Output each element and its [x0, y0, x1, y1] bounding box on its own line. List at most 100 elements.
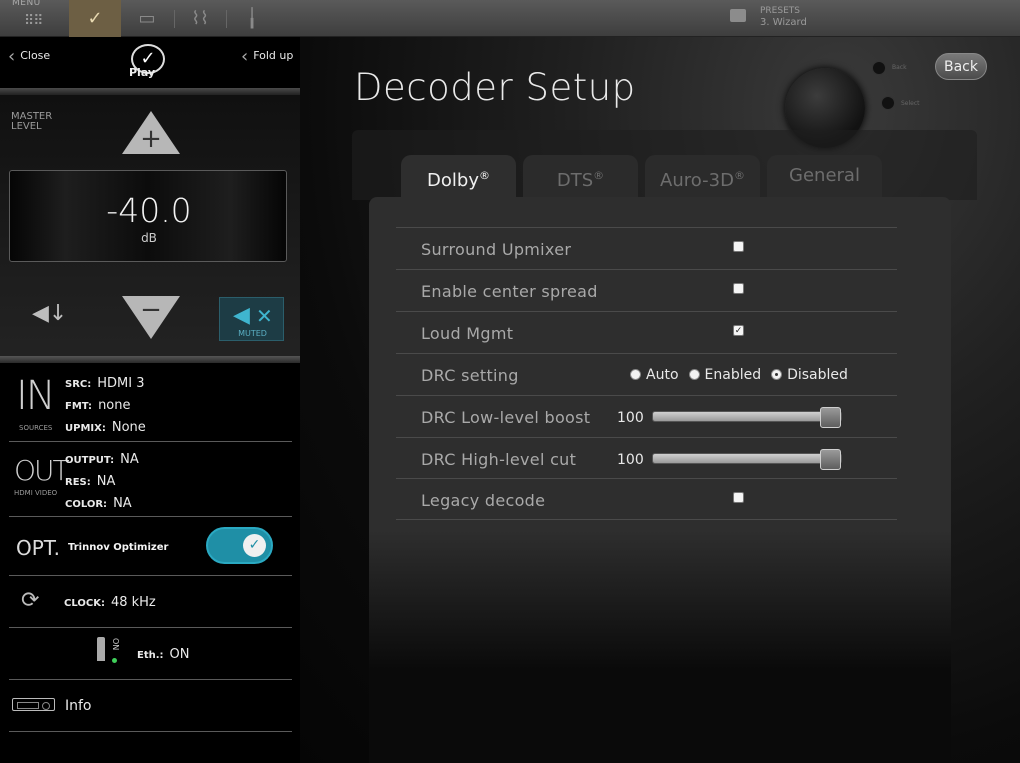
- drc-low-boost-slider[interactable]: [652, 407, 842, 428]
- radio-auto[interactable]: Auto: [630, 367, 679, 383]
- close-button[interactable]: ‹ Close: [8, 46, 50, 67]
- page-title: Decoder Setup: [354, 66, 636, 109]
- radio-circle: [771, 369, 783, 380]
- optimizer-name: Trinnov Optimizer: [68, 542, 169, 553]
- slider-fill: [653, 454, 830, 463]
- ethernet-section: ON Eth.: ON: [9, 628, 292, 680]
- clock-key: CLOCK:: [64, 598, 105, 609]
- input-section[interactable]: IN SOURCES SRC: HDMI 3 FMT: none UPMIX: Non…: [9, 363, 292, 442]
- volume-dim-icon[interactable]: ◀↓: [32, 301, 67, 326]
- slider-fill: [653, 412, 830, 421]
- info-label: Info: [65, 698, 92, 714]
- fmt-row: FMT: none: [65, 398, 131, 413]
- radio-circle: [688, 369, 700, 380]
- radio-disabled[interactable]: Disabled: [771, 367, 848, 383]
- plus-icon: +: [140, 124, 162, 154]
- tab-general[interactable]: General: [767, 155, 882, 199]
- registered-mark: ®: [593, 169, 605, 182]
- radio-circle: [630, 369, 641, 380]
- setting-row-drc-low-boost: DRC Low-level boost 100: [396, 395, 897, 437]
- chevron-left-icon: ‹: [8, 46, 16, 67]
- screen-icon: ▭: [138, 8, 156, 29]
- sidebar-header: ‹ Close ✓ Play ‹ Fold up: [0, 37, 300, 95]
- logo-text: Play: [129, 66, 156, 79]
- radio-enabled[interactable]: Enabled: [688, 367, 761, 383]
- mute-x-icon: ✕: [256, 304, 273, 328]
- tab-label: General: [789, 165, 860, 186]
- setting-row-surround-upmixer: Surround Upmixer: [396, 227, 897, 269]
- device-select-button: [881, 96, 895, 110]
- tab-dts[interactable]: DTS®: [523, 155, 638, 199]
- out-label: OUT: [14, 454, 70, 487]
- fold-up-button[interactable]: ‹ Fold up: [241, 46, 293, 67]
- radio-label: Disabled: [787, 367, 848, 383]
- master-label-line: LEVEL: [11, 121, 42, 132]
- presets-selector[interactable]: PRESETS 3. Wizard: [722, 0, 947, 37]
- radio-label: Auto: [646, 367, 679, 383]
- info-section[interactable]: Info: [9, 680, 292, 732]
- clock-row: CLOCK: 48 kHz: [64, 595, 156, 610]
- fmt-key: FMT:: [65, 401, 93, 412]
- output-value: NA: [120, 452, 139, 467]
- speaker-icon: ◀: [233, 303, 250, 328]
- upmix-value: None: [111, 420, 146, 435]
- setting-row-drc-setting: DRC setting Auto Enabled Disabled: [396, 353, 897, 395]
- tab-label: Dolby: [427, 170, 479, 191]
- loud-mgmt-checkbox[interactable]: ✓: [733, 325, 744, 336]
- registered-mark: ®: [733, 169, 745, 182]
- legacy-decode-checkbox[interactable]: [733, 492, 744, 503]
- ethernet-plug-icon: [97, 637, 105, 661]
- surround-upmixer-checkbox[interactable]: [733, 241, 744, 252]
- setting-row-loud-mgmt: Loud Mgmt ✓: [396, 311, 897, 353]
- upmix-key: UPMIX:: [65, 423, 106, 434]
- back-button[interactable]: Back: [935, 53, 987, 80]
- sidebar: ‹ Close ✓ Play ‹ Fold up MASTER LEVEL + -4…: [0, 37, 300, 763]
- res-key: RES:: [65, 477, 91, 488]
- tab-home-check[interactable]: ✓: [69, 0, 121, 44]
- clock-value: 48 kHz: [110, 595, 156, 610]
- tab-display[interactable]: ▭: [121, 0, 173, 37]
- volume-value: -40.0: [106, 191, 192, 230]
- volume-display: -40.0 dB: [9, 170, 287, 262]
- tab-label: DTS: [556, 170, 594, 191]
- clock-sync-icon: ⟳: [21, 588, 40, 613]
- menu-button[interactable]: MENU ⠿⠿: [0, 0, 66, 37]
- divider: [0, 356, 300, 363]
- center-spread-checkbox[interactable]: [733, 283, 744, 294]
- tab-waveform[interactable]: ⌇⌇: [174, 0, 226, 37]
- output-row: OUTPUT: NA: [65, 452, 139, 467]
- hdmi-video-caption: HDMI VIDEO: [14, 489, 58, 497]
- setting-label: Surround Upmixer: [421, 240, 572, 259]
- slider-handle[interactable]: [820, 407, 841, 428]
- setting-row-center-spread: Enable center spread: [396, 269, 897, 311]
- registered-mark: ®: [478, 169, 490, 182]
- sources-caption: SOURCES: [19, 424, 53, 432]
- device-back-text: Back: [892, 64, 907, 71]
- slider-handle[interactable]: [820, 449, 841, 470]
- eth-key: Eth.:: [137, 650, 164, 661]
- output-section[interactable]: OUT HDMI VIDEO OUTPUT: NA RES: NA COLOR: NA: [9, 442, 292, 517]
- setting-label: Legacy decode: [421, 491, 546, 510]
- color-value: NA: [113, 496, 132, 511]
- device-select-text: Select: [901, 100, 920, 107]
- waveform-icon: ⌇⌇: [191, 8, 209, 29]
- setting-label: DRC High-level cut: [421, 450, 577, 469]
- tab-microphone[interactable]: ╽: [226, 0, 278, 37]
- menu-grid-icon: ⠿⠿: [24, 13, 43, 29]
- drc-high-cut-slider[interactable]: [652, 449, 842, 470]
- volume-unit: dB: [141, 231, 157, 245]
- minus-icon: −: [140, 295, 162, 325]
- mute-button[interactable]: ◀ ✕ MUTED: [219, 297, 284, 341]
- optimizer-toggle[interactable]: ✓: [206, 527, 273, 564]
- setting-row-drc-high-cut: DRC High-level cut 100: [396, 437, 897, 479]
- tab-label: Auro-3D: [660, 170, 734, 191]
- top-bar: MENU ⠿⠿ ✓ ▭ ⌇⌇ ╽ PRESETS 3. Wizard: [0, 0, 1020, 44]
- folder-icon: [730, 9, 746, 22]
- chevron-left-icon: ‹: [241, 46, 249, 67]
- res-row: RES: NA: [65, 474, 115, 489]
- setting-label: Loud Mgmt: [421, 324, 514, 343]
- ethernet-status-dot: [112, 658, 117, 663]
- setting-label: DRC Low-level boost: [421, 408, 591, 427]
- tab-auro-3d[interactable]: Auro-3D®: [645, 155, 760, 199]
- presets-label: PRESETS: [760, 6, 800, 16]
